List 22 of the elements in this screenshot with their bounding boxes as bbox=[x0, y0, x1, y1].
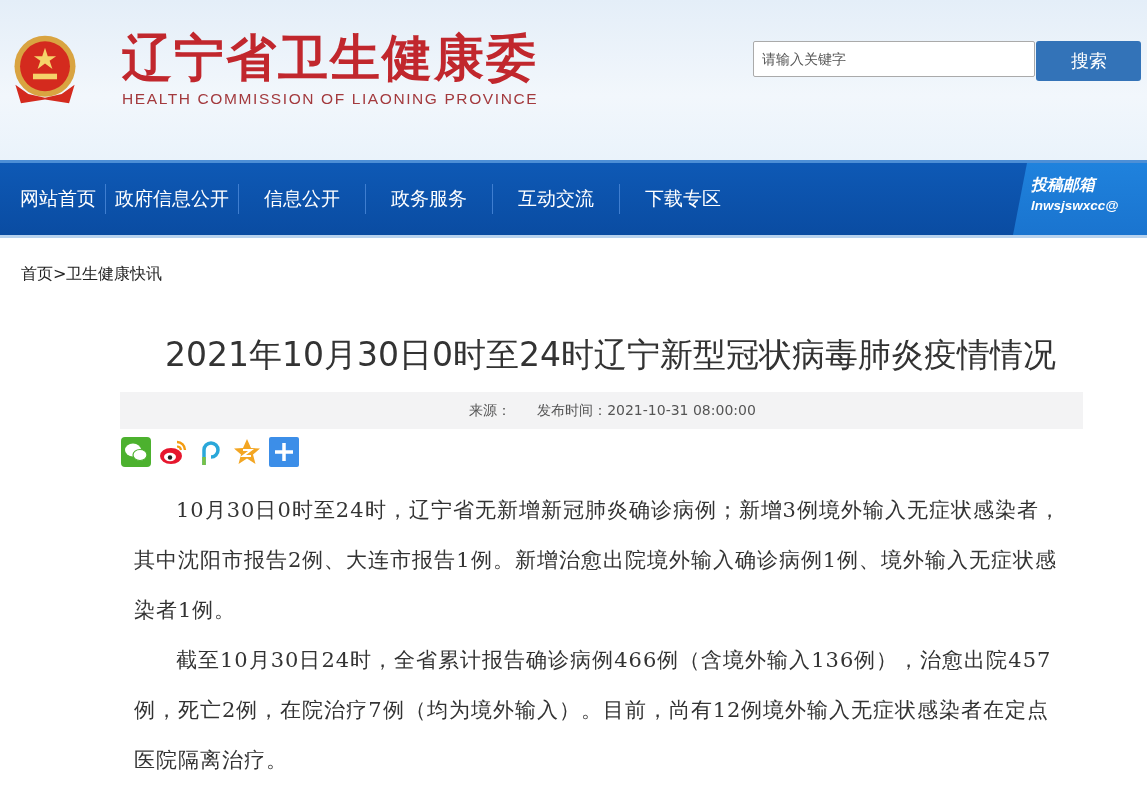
nav-link[interactable]: 信息公开 bbox=[240, 186, 364, 212]
mailbox-label: 投稿邮箱 bbox=[1031, 175, 1095, 195]
chat-bubbles-icon[interactable] bbox=[121, 437, 151, 467]
nav-link[interactable]: 政府信息公开 bbox=[107, 186, 237, 212]
breadcrumb-separator: > bbox=[53, 264, 67, 285]
source-label: 来源： bbox=[469, 401, 512, 420]
article-paragraph: 10月30日0时至24时，辽宁省无新增新冠肺炎确诊病例；新增3例境外输入无症状感染者，其中沈阳市报告2例、大连市报告1例。新增治愈出院境外输入确诊病例1例、境外输入无症状感染者1例。 bbox=[133, 497, 1062, 624]
site-title: 辽宁省卫生健康委 bbox=[122, 30, 539, 86]
nav-link[interactable]: 下载专区 bbox=[621, 186, 745, 212]
nav-link[interactable]: 网站首页 bbox=[12, 186, 104, 212]
search-field[interactable]: 请输入关键字 bbox=[753, 41, 1035, 77]
breadcrumb-link[interactable]: 首页 bbox=[21, 264, 53, 285]
article-title: 2021年10月30日0时至24时辽宁新型冠状病毒肺炎疫情情况 bbox=[164, 334, 1057, 376]
breadcrumb-link[interactable]: 卫生健康快讯 bbox=[66, 264, 163, 285]
mailbox-address: lnwsjswxcc@ bbox=[1031, 197, 1119, 215]
plus-icon[interactable] bbox=[269, 437, 299, 467]
search-button[interactable]: 搜索 bbox=[1036, 41, 1141, 81]
nav-link[interactable]: 政务服务 bbox=[367, 186, 491, 212]
site-subtitle: HEALTH COMMISSION OF LIAONING PROVINCE bbox=[122, 90, 539, 108]
article-paragraph: 截至10月30日24时，全省累计报告确诊病例466例（含境外输入136例），治愈出院457例，死亡2例，在院治疗7例（均为境外输入）。目前，尚有12例境外输入无症状感染者在定点医院隔离治疗。 bbox=[133, 647, 1053, 774]
nav-link[interactable]: 互动交流 bbox=[494, 186, 618, 212]
publish-time: 发布时间：2021-10-31 08:00:00 bbox=[537, 401, 756, 420]
